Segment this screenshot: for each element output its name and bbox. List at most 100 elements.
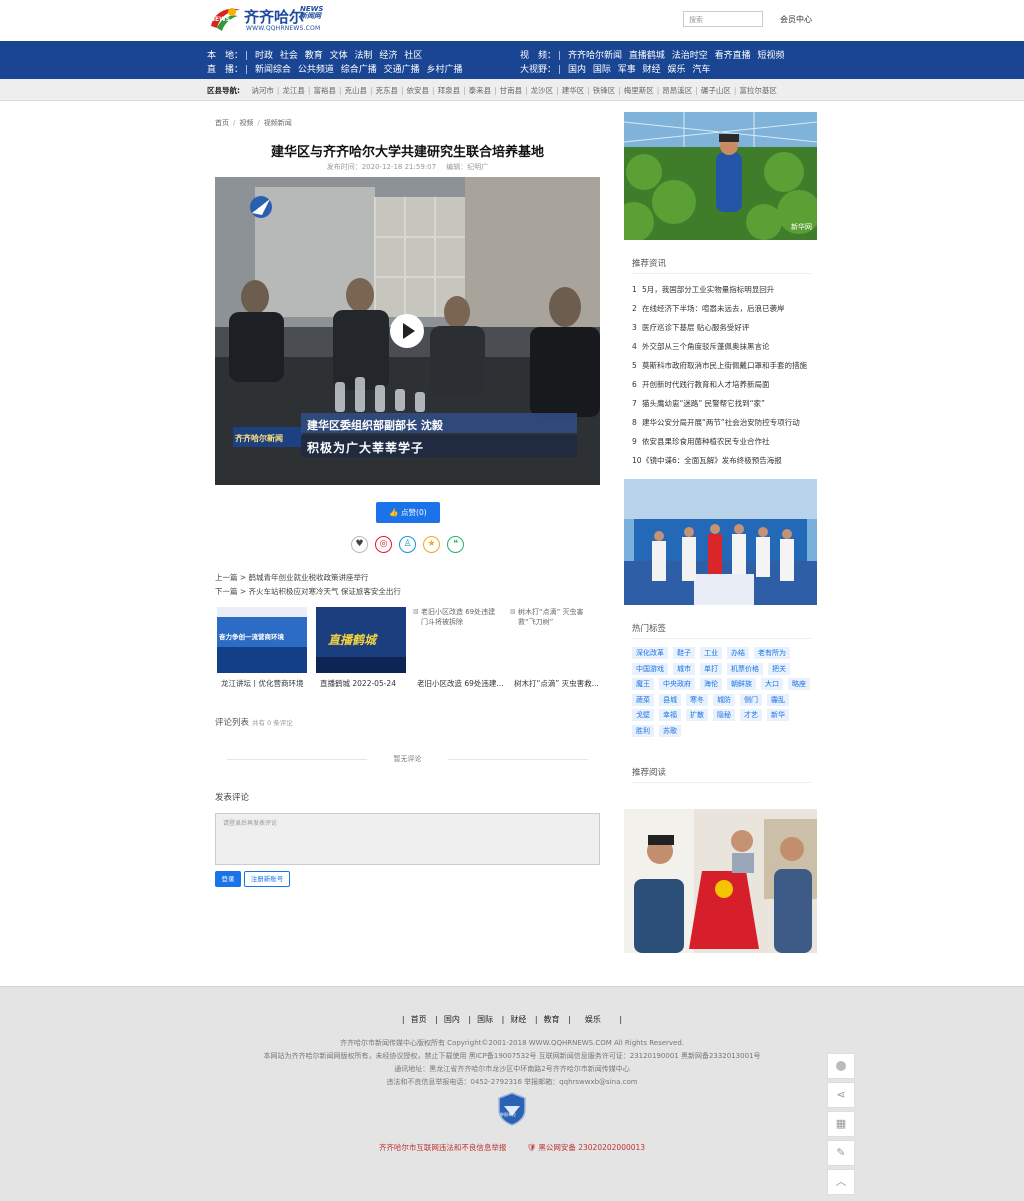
weibo-share-icon[interactable]: ◎ (375, 536, 392, 553)
related-item[interactable]: ▧ 树木打“点滴” 灭虫害救“飞刀树” 树木打“点滴” 灭虫害救... (510, 607, 600, 688)
nav-item[interactable]: 综合广播 (341, 65, 377, 75)
footer-link[interactable]: 国际 (477, 1015, 493, 1024)
hot-tag[interactable]: 海伦 (700, 678, 722, 690)
district-link[interactable]: 讷河市 (251, 86, 274, 95)
search-input[interactable]: 搜索 (683, 11, 763, 27)
nav-item[interactable]: 法治时空 (672, 51, 708, 61)
qq-share-icon[interactable]: ♙ (399, 536, 416, 553)
recommend-item[interactable]: 3 医疗巡诊下基层 贴心服务受好评 (632, 322, 817, 333)
member-center-link[interactable]: 会员中心 (780, 14, 812, 25)
district-link[interactable]: 铁锋区 (593, 86, 616, 95)
breadcrumb-item[interactable]: 首页 (215, 119, 229, 127)
district-link[interactable]: 梅里斯区 (624, 86, 654, 95)
hot-tag[interactable]: 机票价格 (727, 662, 763, 675)
hot-tag[interactable]: 戈壁 (632, 709, 654, 721)
hot-tag[interactable]: 单打 (700, 662, 722, 675)
recommend-item[interactable]: 5 莫斯科市政府取消市民上街佩戴口罩和手套的措施 (632, 360, 817, 371)
district-link[interactable]: 泰来县 (469, 86, 492, 95)
related-thumbnail[interactable]: 直播鹤城 (316, 607, 406, 673)
related-thumbnail-broken[interactable]: ▧ 老旧小区改造 69处违建门斗将被拆除 (413, 607, 503, 673)
footer-link[interactable]: 娱乐 (585, 1015, 601, 1024)
play-button-icon[interactable] (390, 314, 424, 348)
hot-tag[interactable]: 略座 (788, 678, 810, 690)
hot-tag[interactable]: 老有所为 (754, 647, 790, 659)
related-thumbnail-broken[interactable]: ▧ 树木打“点滴” 灭虫害救“飞刀树” (510, 607, 600, 673)
footer-link[interactable]: 国内 (444, 1015, 460, 1024)
related-item[interactable]: ▧ 老旧小区改造 69处违建门斗将被拆除 老旧小区改造 69处违建... (413, 607, 504, 688)
district-link[interactable]: 依安县 (407, 86, 430, 95)
nav-item[interactable]: 社区 (404, 51, 422, 61)
comment-textarea[interactable]: 请登录后再发表评论 (215, 813, 600, 865)
nav-item[interactable]: 乡村广播 (427, 65, 463, 75)
like-button[interactable]: 👍 点赞(0) (376, 502, 440, 523)
footer-link[interactable]: 财经 (510, 1015, 526, 1024)
hot-tag[interactable]: 办结 (727, 647, 749, 659)
sidebar-photo-volunteers[interactable] (624, 809, 817, 953)
hot-tag[interactable]: 大口 (761, 678, 783, 690)
nav-item[interactable]: 时政 (255, 51, 273, 61)
next-article-link[interactable]: 下一篇 > 齐火车站积极应对寒冷天气 保证旅客安全出行 (215, 586, 401, 597)
hot-tag[interactable]: 新华 (767, 709, 789, 721)
district-link[interactable]: 富裕县 (313, 86, 336, 95)
register-button[interactable]: 注册新账号 (244, 871, 290, 887)
hot-tag[interactable]: 霾乱 (767, 693, 789, 706)
hot-tag[interactable]: 城市 (673, 662, 695, 675)
float-feedback-button[interactable]: ✎ (827, 1140, 855, 1166)
footer-link[interactable]: 教育 (544, 1015, 560, 1024)
site-logo[interactable]: NEWS 齐齐哈尔 NEWS 新闻网 WWW.QQHRNEWS.COM (208, 4, 328, 34)
wechat-share-icon[interactable]: ❝ (447, 536, 464, 553)
related-item[interactable]: 直播鹤城 直播鹤城 2022-05-24 (316, 607, 406, 688)
hot-tag[interactable]: 中国游戏 (632, 662, 668, 675)
hot-tag[interactable]: 工业 (700, 647, 722, 659)
recommend-item[interactable]: 2 在线经济下半场：喧嚣未远去，后浪已袭岸 (632, 303, 817, 314)
nav-item[interactable]: 法制 (355, 51, 373, 61)
nav-item[interactable]: 军事 (618, 65, 636, 75)
district-link[interactable]: 建华区 (562, 86, 585, 95)
hot-tag[interactable]: 胜利 (632, 724, 654, 737)
illegal-report-link[interactable]: 齐齐哈尔市互联网违法和不良信息举报 (379, 1143, 507, 1152)
district-link[interactable]: 碾子山区 (701, 86, 731, 95)
nav-item[interactable]: 国内 (568, 65, 586, 75)
district-link[interactable]: 克山县 (344, 86, 367, 95)
footer-link[interactable]: 首页 (411, 1015, 427, 1024)
hot-tag[interactable]: 隐秘 (713, 709, 735, 721)
recommend-item[interactable]: 9 依安县果珍食用菌种植农民专业合作社 (632, 436, 817, 447)
district-link[interactable]: 富拉尔基区 (739, 86, 777, 95)
police-record-link[interactable]: 黑公网安备 23020202000013 (538, 1143, 645, 1152)
district-link[interactable]: 昂昂溪区 (662, 86, 692, 95)
hot-tag[interactable]: 侧门 (740, 693, 762, 706)
nav-item[interactable]: 教育 (305, 51, 323, 61)
hot-tag[interactable]: 寒冬 (686, 693, 708, 706)
sidebar-photo-ceremony[interactable] (624, 479, 817, 605)
nav-item[interactable]: 直播鹤城 (629, 51, 665, 61)
login-button[interactable]: 登录 (215, 871, 241, 887)
recommend-item[interactable]: 7 猫头鹰幼崽“迷路” 民警帮它找到“家” (632, 398, 817, 409)
video-player[interactable]: 齐齐哈尔新闻 建华区委组织部副部长 沈毅 积极为广大莘莘学子 (215, 177, 600, 485)
qzone-share-icon[interactable]: ★ (423, 536, 440, 553)
recommend-item[interactable]: 8 建华公安分局开展“两节”社会治安防控专项行动 (632, 417, 817, 428)
sidebar-photo-greenhouse[interactable]: 新华网 (624, 112, 817, 240)
breadcrumb-item[interactable]: 视频 (239, 119, 253, 127)
float-share-button[interactable]: ⋖ (827, 1082, 855, 1108)
hot-tag[interactable]: 鞋子 (673, 647, 695, 659)
nav-item[interactable]: 新闻综合 (255, 65, 291, 75)
hot-tag[interactable]: 苏歌 (659, 724, 681, 737)
hot-tag[interactable]: 蔬菜 (632, 693, 654, 706)
nav-item[interactable]: 交通广播 (384, 65, 420, 75)
breadcrumb-item[interactable]: 视频新闻 (264, 119, 292, 127)
district-link[interactable]: 拜泉县 (438, 86, 461, 95)
hot-tag[interactable]: 把关 (768, 662, 790, 675)
favorite-heart-icon[interactable]: ♥ (351, 536, 368, 553)
hot-tag[interactable]: 中央政府 (659, 678, 695, 690)
nav-item[interactable]: 汽车 (692, 65, 710, 75)
district-link[interactable]: 甘南县 (500, 86, 523, 95)
hot-tag[interactable]: 县城 (659, 693, 681, 706)
recommend-item[interactable]: 4 外交部从三个角度驳斥蓬佩奥抹黑言论 (632, 341, 817, 352)
recommend-item[interactable]: 6 开创新时代践行教育和人才培养新局面 (632, 379, 817, 390)
float-qrcode-button[interactable]: ▦ (827, 1111, 855, 1137)
hot-tag[interactable]: 扩散 (686, 709, 708, 721)
nav-item[interactable]: 娱乐 (668, 65, 686, 75)
nav-item[interactable]: 齐齐哈尔新闻 (568, 51, 622, 61)
related-item[interactable]: 奋力争创一流营商环境 龙江讲坛丨优化营商环境 (217, 607, 307, 688)
hot-tag[interactable]: 城防 (713, 693, 735, 706)
